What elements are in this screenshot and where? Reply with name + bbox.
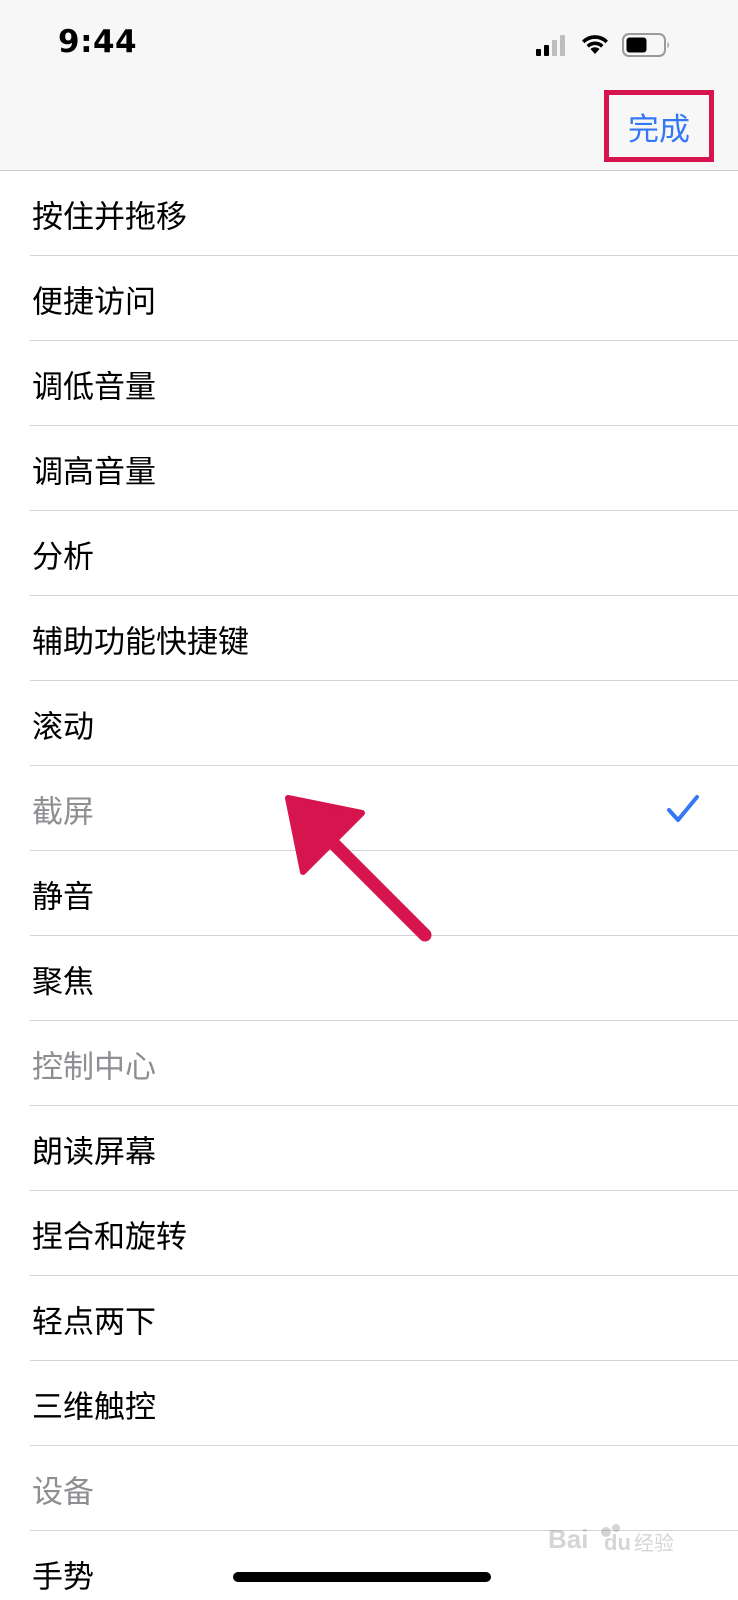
- settings-screen: 9:44 完成 按住并拖移便捷访问调低音量调高音量分析辅助功能快捷键: [0, 0, 738, 1600]
- battery-icon: [622, 33, 669, 57]
- list-item-label: 设备: [32, 1474, 94, 1510]
- list-item[interactable]: 三维触控: [0, 1361, 738, 1446]
- list-item[interactable]: 调低音量: [0, 341, 738, 426]
- list-item[interactable]: 手势: [0, 1531, 738, 1600]
- list-item-label: 便捷访问: [32, 284, 156, 320]
- home-indicator[interactable]: [233, 1572, 491, 1582]
- list-item[interactable]: 聚焦: [0, 936, 738, 1021]
- list-item[interactable]: 静音: [0, 851, 738, 936]
- done-highlight-box: 完成: [604, 90, 714, 162]
- list-item-label: 截屏: [32, 794, 94, 830]
- navigation-bar: 9:44 完成: [0, 0, 738, 171]
- status-icons: [530, 30, 710, 60]
- wifi-icon: [582, 35, 608, 54]
- list-item[interactable]: 便捷访问: [0, 256, 738, 341]
- status-time: 9:44: [58, 24, 138, 60]
- action-list: 按住并拖移便捷访问调低音量调高音量分析辅助功能快捷键 滚动截屏静音聚焦控制中心朗读…: [0, 171, 738, 1600]
- list-item: 截屏: [0, 766, 738, 851]
- list-item[interactable]: 调高音量: [0, 426, 738, 511]
- list-item[interactable]: 分析: [0, 511, 738, 596]
- list-item: 设备: [0, 1446, 738, 1531]
- list-item[interactable]: 捏合和旋转: [0, 1191, 738, 1276]
- list-item[interactable]: 滚动: [0, 681, 738, 766]
- list-item[interactable]: 轻点两下: [0, 1276, 738, 1361]
- list-item-label: 调低音量: [32, 369, 156, 405]
- list-item[interactable]: 辅助功能快捷键: [0, 596, 738, 681]
- list-item-label: 静音: [32, 879, 94, 915]
- list-item-label: 调高音量: [32, 454, 156, 490]
- list-item-label: 控制中心: [32, 1049, 156, 1085]
- cellular-signal-icon: [536, 35, 565, 56]
- list-item[interactable]: 朗读屏幕: [0, 1106, 738, 1191]
- list-item-label: 朗读屏幕: [32, 1134, 156, 1170]
- list-item-label: 三维触控: [32, 1389, 156, 1425]
- list-item-label: 辅助功能快捷键: [32, 624, 249, 660]
- list-item-label: 轻点两下: [32, 1304, 156, 1340]
- checkmark-icon: [667, 794, 699, 822]
- list-item-label: 捏合和旋转: [32, 1219, 187, 1255]
- list-item-label: 手势: [32, 1559, 94, 1595]
- list-item-label: 分析: [32, 539, 94, 575]
- done-button[interactable]: 完成: [609, 95, 709, 157]
- list-item-label: 按住并拖移: [32, 199, 187, 235]
- list-item-label: 聚焦: [32, 964, 94, 1000]
- list-item: 控制中心: [0, 1021, 738, 1106]
- list-item-label: 滚动: [32, 709, 94, 745]
- list-item[interactable]: 按住并拖移: [0, 171, 738, 256]
